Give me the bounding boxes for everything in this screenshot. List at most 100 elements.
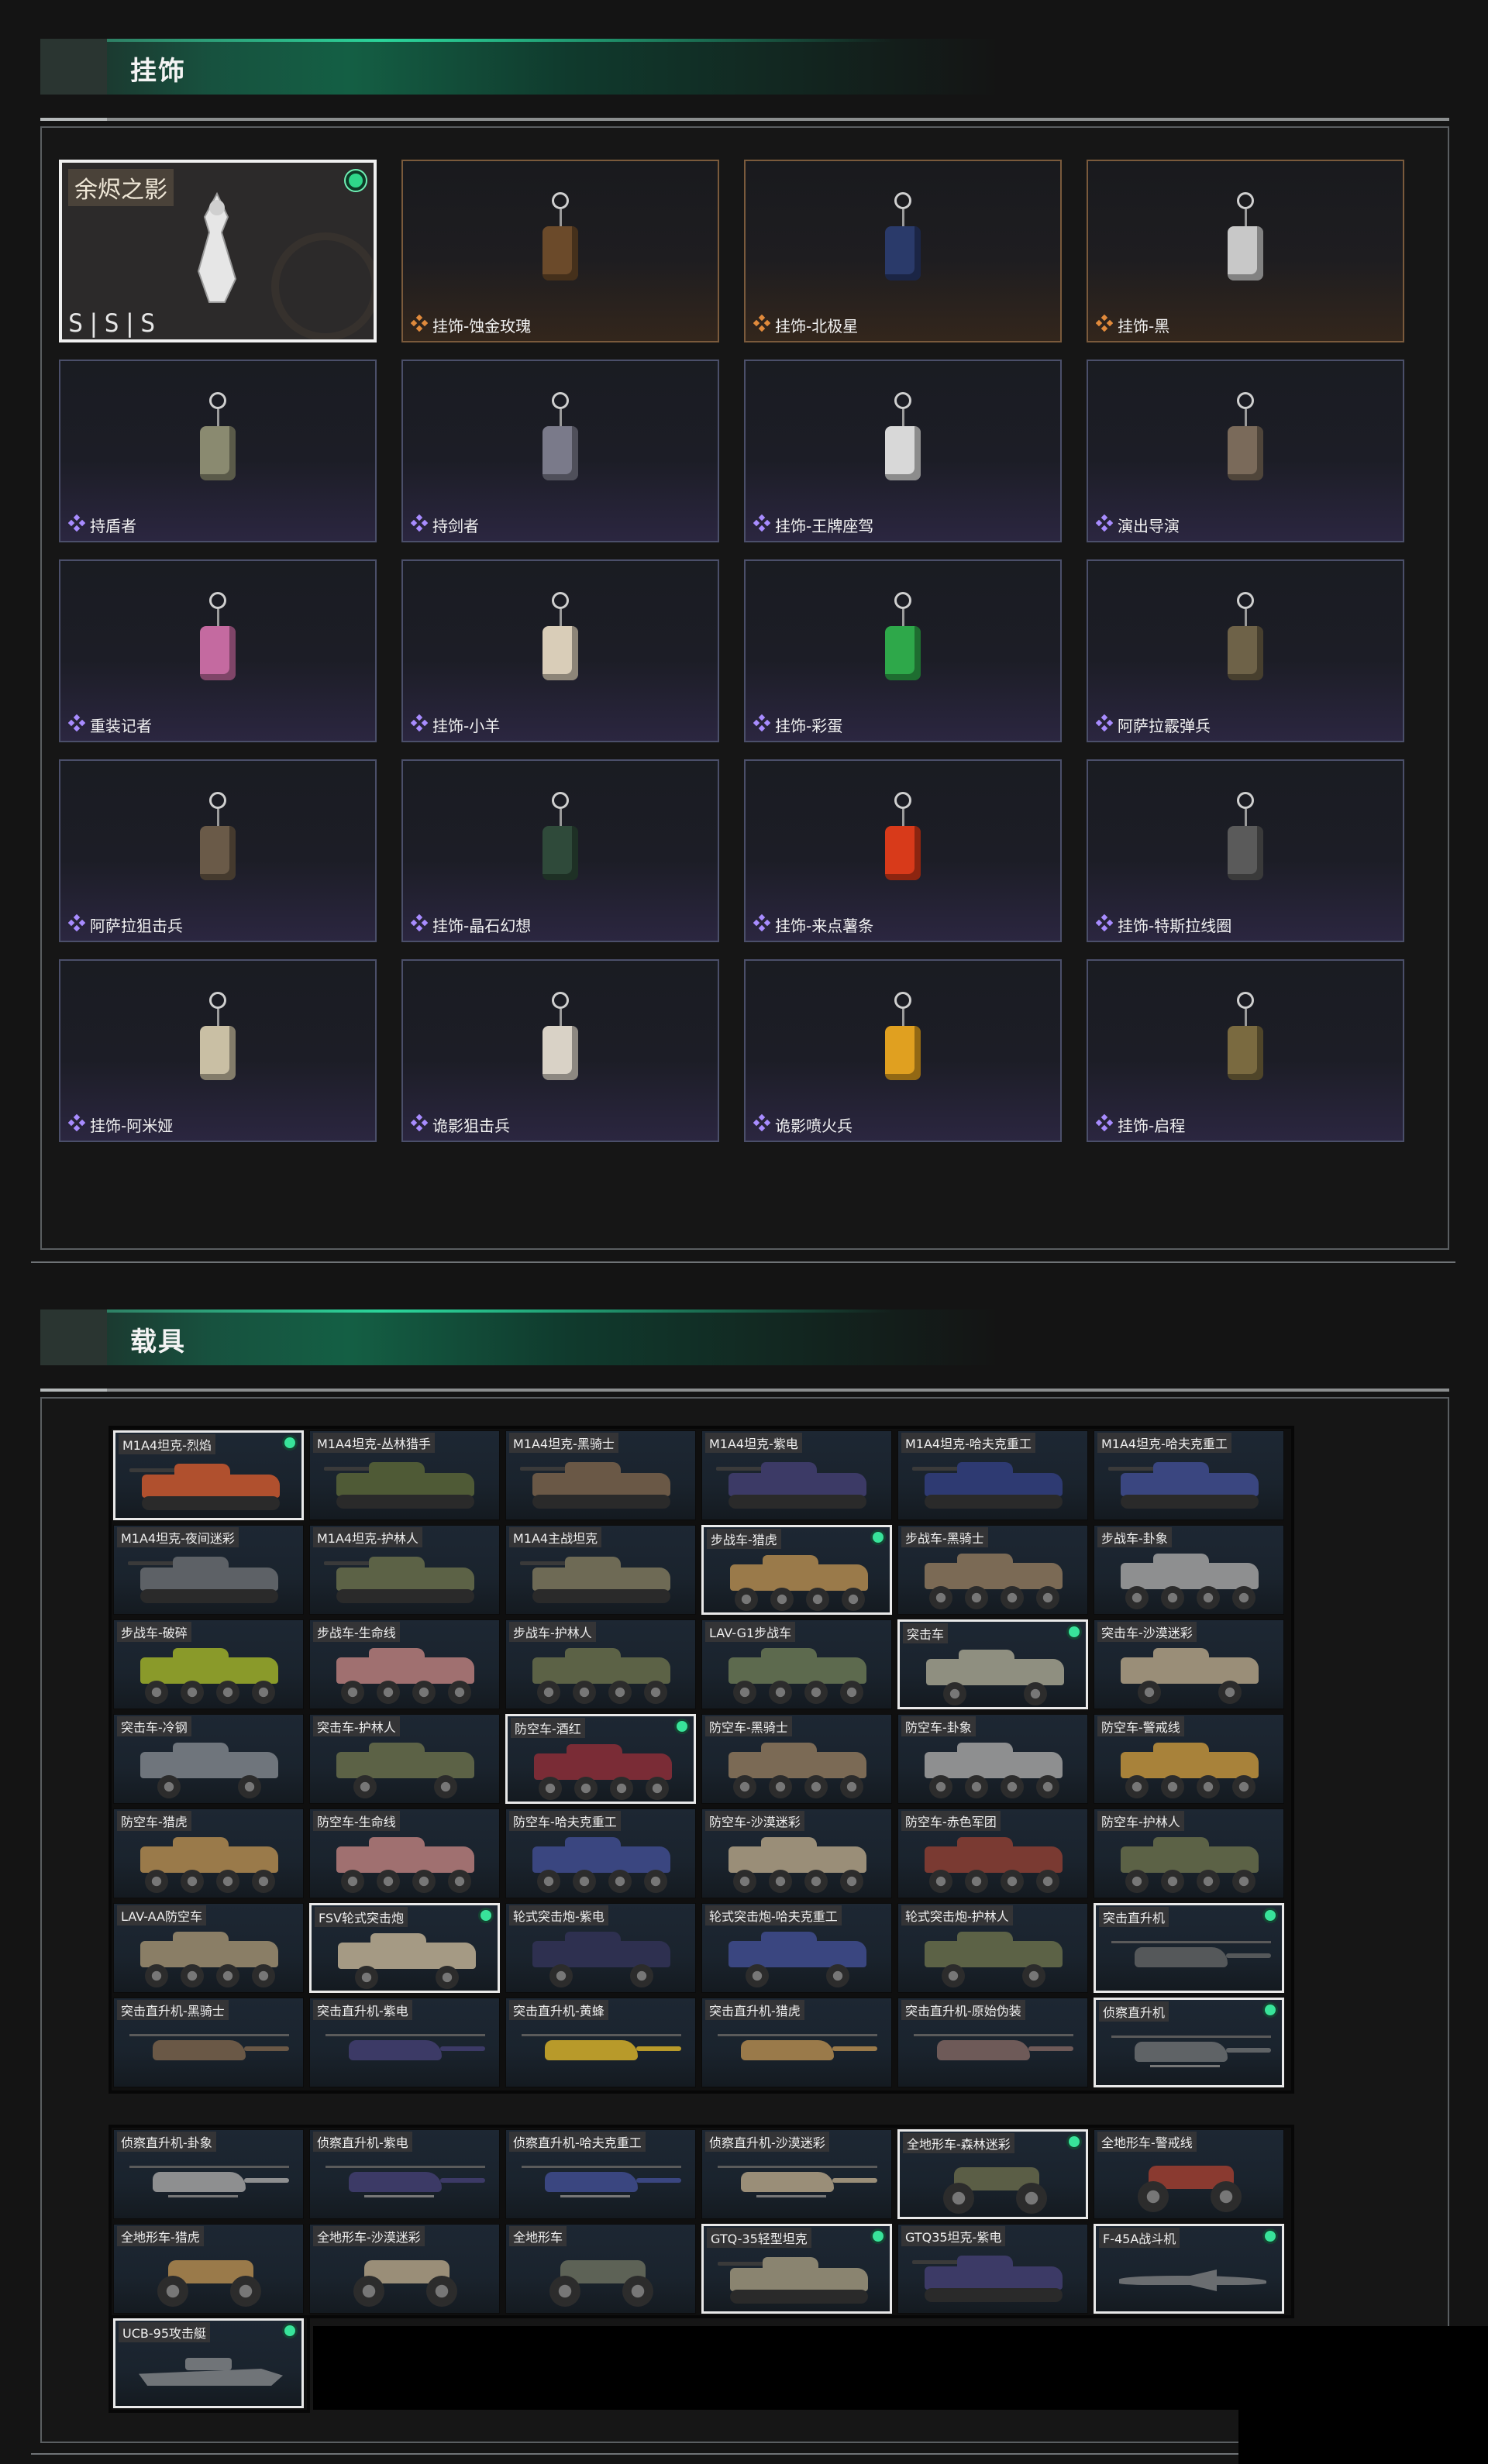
pendant-label: 挂饰-北极星 — [753, 314, 858, 336]
vehicle-card[interactable]: 步战车-猎虎 — [701, 1525, 892, 1615]
vehicle-card[interactable]: 全地形车 — [505, 2224, 696, 2314]
rarity-icon — [411, 1114, 428, 1135]
pendant-card[interactable]: 阿萨拉狙击兵 — [59, 759, 377, 942]
vehicle-card[interactable]: M1A4坦克-哈夫克重工 — [1094, 1430, 1284, 1520]
vehicle-card[interactable]: FSV轮式突击炮 — [309, 1903, 500, 1993]
vehicle-card[interactable]: 侦察直升机-沙漠迷彩 — [701, 2129, 892, 2219]
vehicle-name: 突击车 — [903, 1623, 949, 1643]
pendant-card[interactable]: 持剑者 — [401, 360, 719, 542]
vehicle-card[interactable]: 步战车-黑骑士 — [897, 1525, 1088, 1615]
pendant-card[interactable]: 重装记者 — [59, 559, 377, 742]
vehicle-card[interactable]: 突击车-沙漠迷彩 — [1094, 1619, 1284, 1709]
vehicle-name: 全地形车-警戒线 — [1097, 2132, 1197, 2152]
vehicle-card[interactable]: 防空车-生命线 — [309, 1808, 500, 1898]
pendant-card[interactable]: 挂饰-启程 — [1087, 959, 1404, 1142]
vehicle-card[interactable]: 防空车-沙漠迷彩 — [701, 1808, 892, 1898]
vehicle-card[interactable]: 防空车-赤色军团 — [897, 1808, 1088, 1898]
vehicle-card[interactable]: UCB-95攻击艇 — [113, 2318, 304, 2408]
vehicle-card[interactable]: M1A4坦克-烈焰 — [113, 1430, 304, 1520]
vehicle-card[interactable]: M1A4坦克-黑骑士 — [505, 1430, 696, 1520]
vehicle-name: GTQ35坦克-紫电 — [901, 2226, 1006, 2246]
pendant-card[interactable]: 挂饰-晶石幻想 — [401, 759, 719, 942]
pendant-card[interactable]: 挂饰-来点薯条 — [744, 759, 1062, 942]
vehicle-card[interactable]: 防空车-酒红 — [505, 1714, 696, 1804]
vehicle-card[interactable]: 步战车-破碎 — [113, 1619, 304, 1709]
pendant-card[interactable]: 诡影狙击兵 — [401, 959, 719, 1142]
pendant-name: 挂饰-晶石幻想 — [432, 917, 532, 935]
pendant-card-featured[interactable]: 余烬之影 S|S|S — [59, 160, 377, 342]
vehicle-card[interactable]: M1A4坦克-紫电 — [701, 1430, 892, 1520]
vehicle-card[interactable]: 侦察直升机-哈夫克重工 — [505, 2129, 696, 2219]
vehicle-card[interactable]: 侦察直升机-紫电 — [309, 2129, 500, 2219]
vehicle-card[interactable]: 突击直升机 — [1094, 1903, 1284, 1993]
vehicle-card[interactable]: 突击直升机-紫电 — [309, 1998, 500, 2087]
pendant-card[interactable]: 阿萨拉霰弹兵 — [1087, 559, 1404, 742]
pendant-card[interactable]: 挂饰-黑 — [1087, 160, 1404, 342]
vehicle-card[interactable]: 轮式突击炮-哈夫克重工 — [701, 1903, 892, 1993]
vehicle-card[interactable]: 突击车-冷钢 — [113, 1714, 304, 1804]
vehicle-card[interactable]: GTQ-35轻型坦克 — [701, 2224, 892, 2314]
vehicle-card[interactable]: 侦察直升机-卦象 — [113, 2129, 304, 2219]
vehicle-card[interactable]: 步战车-生命线 — [309, 1619, 500, 1709]
vehicle-card[interactable]: 轮式突击炮-紫电 — [505, 1903, 696, 1993]
rarity-icon — [753, 914, 770, 935]
pendant-card[interactable]: 挂饰-阿米娅 — [59, 959, 377, 1142]
vehicle-name: 步战车-猎虎 — [707, 1529, 781, 1549]
vehicle-card[interactable]: LAV-AA防空车 — [113, 1903, 304, 1993]
lamb-pendant-icon — [542, 592, 578, 680]
vehicle-card[interactable]: M1A4坦克-夜间迷彩 — [113, 1525, 304, 1615]
vehicle-card[interactable]: GTQ35坦克-紫电 — [897, 2224, 1088, 2314]
vehicle-card[interactable]: 全地形车-森林迷彩 — [897, 2129, 1088, 2219]
pendant-card[interactable]: 演出导演 — [1087, 360, 1404, 542]
rarity-icon — [753, 1114, 770, 1135]
pendant-label: 挂饰-小羊 — [411, 714, 500, 736]
vehicle-card[interactable]: 防空车-猎虎 — [113, 1808, 304, 1898]
pendant-card[interactable]: 挂饰-彩蛋 — [744, 559, 1062, 742]
pendant-card[interactable]: 挂饰-北极星 — [744, 160, 1062, 342]
vehicle-card[interactable]: 步战车-卦象 — [1094, 1525, 1284, 1615]
vehicle-card[interactable]: M1A4主战坦克 — [505, 1525, 696, 1615]
pendant-card[interactable]: 持盾者 — [59, 360, 377, 542]
vehicle-card[interactable]: 突击直升机-黑骑士 — [113, 1998, 304, 2087]
vehicle-card[interactable]: 突击直升机-黄蜂 — [505, 1998, 696, 2087]
vehicle-card[interactable]: M1A4坦克-护林人 — [309, 1525, 500, 1615]
vehicle-card[interactable]: M1A4坦克-丛林猎手 — [309, 1430, 500, 1520]
vehicle-card[interactable]: 全地形车-猎虎 — [113, 2224, 304, 2314]
vehicle-name: 防空车-哈夫克重工 — [509, 1811, 621, 1831]
shield-bearer-figure-icon — [200, 392, 236, 480]
vehicle-card[interactable]: 突击直升机-猎虎 — [701, 1998, 892, 2087]
vehicle-name: 步战车-卦象 — [1097, 1527, 1172, 1547]
pendant-label: 诡影喷火兵 — [753, 1113, 852, 1136]
vehicle-card[interactable]: LAV-G1步战车 — [701, 1619, 892, 1709]
vehicle-name: 轮式突击炮-护林人 — [901, 1905, 1013, 1925]
rarity-icon — [1096, 914, 1113, 935]
pendant-card[interactable]: 诡影喷火兵 — [744, 959, 1062, 1142]
vehicle-name: 防空车-黑骑士 — [705, 1716, 792, 1736]
vehicle-card[interactable]: 防空车-哈夫克重工 — [505, 1808, 696, 1898]
pendant-card[interactable]: 挂饰-小羊 — [401, 559, 719, 742]
vehicle-card[interactable]: 轮式突击炮-护林人 — [897, 1903, 1088, 1993]
pendant-card[interactable]: 挂饰-王牌座驾 — [744, 360, 1062, 542]
vehicle-card[interactable]: M1A4坦克-哈夫克重工 — [897, 1430, 1088, 1520]
vehicle-card[interactable]: 全地形车-沙漠迷彩 — [309, 2224, 500, 2314]
vehicle-card[interactable]: 防空车-黑骑士 — [701, 1714, 892, 1804]
vehicle-card[interactable]: 突击车 — [897, 1619, 1088, 1709]
journey-medallion-pendant-icon — [1228, 992, 1263, 1080]
vehicle-card[interactable]: F-45A战斗机 — [1094, 2224, 1284, 2314]
director-figure-icon — [1228, 392, 1263, 480]
vehicle-card[interactable]: 全地形车-警戒线 — [1094, 2129, 1284, 2219]
vehicle-name: 突击直升机-紫电 — [313, 2000, 412, 2020]
vehicle-card[interactable]: 防空车-警戒线 — [1094, 1714, 1284, 1804]
vehicle-card[interactable]: 突击车-护林人 — [309, 1714, 500, 1804]
vehicle-card[interactable]: 突击直升机-原始伪装 — [897, 1998, 1088, 2087]
pendants-section-header: 挂饰 — [40, 39, 1451, 95]
vehicle-card[interactable]: 防空车-护林人 — [1094, 1808, 1284, 1898]
vehicle-card[interactable]: 步战车-护林人 — [505, 1619, 696, 1709]
north-star-pendant-icon — [885, 192, 921, 280]
pendant-card[interactable]: 挂饰-蚀金玫瑰 — [401, 160, 719, 342]
equipped-dot — [284, 2325, 295, 2336]
vehicle-name: M1A4坦克-哈夫克重工 — [1097, 1433, 1231, 1453]
vehicle-card[interactable]: 侦察直升机 — [1094, 1998, 1284, 2087]
pendant-card[interactable]: 挂饰-特斯拉线圈 — [1087, 759, 1404, 942]
vehicle-card[interactable]: 防空车-卦象 — [897, 1714, 1088, 1804]
